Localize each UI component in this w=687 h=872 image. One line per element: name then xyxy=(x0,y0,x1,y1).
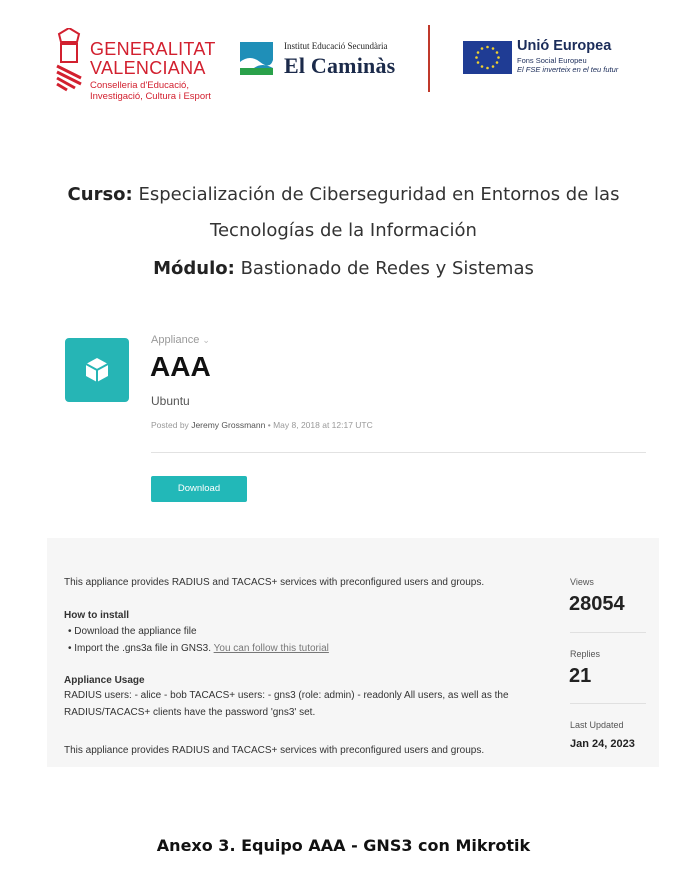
curso-value-line1: Especialización de Ciberseguridad en Ent… xyxy=(138,184,620,205)
install-heading: How to install xyxy=(64,610,129,621)
modulo-label: Módulo: xyxy=(153,258,235,279)
appliance-title: AAA xyxy=(150,351,211,382)
appliance-category-label: Appliance xyxy=(151,334,200,346)
description-intro-repeat: This appliance provides RADIUS and TACAC… xyxy=(64,745,485,756)
school-name: El Caminàs xyxy=(284,53,396,78)
replies-value: 21 xyxy=(569,665,592,687)
curso-value-line2: Tecnologías de la Información xyxy=(210,220,477,241)
appliance-posted-meta: Posted by Jeremy Grossmann • May 8, 2018… xyxy=(151,420,373,430)
gv-sub-line2: Investigació, Cultura i Esport xyxy=(90,91,211,102)
chevron-down-icon: ⌄ xyxy=(202,335,210,345)
install-item-1: • Download the appliance file xyxy=(68,626,197,637)
stats-divider xyxy=(570,703,646,704)
posted-prefix: Posted by xyxy=(151,420,189,430)
views-value: 28054 xyxy=(569,593,625,615)
author-link[interactable]: Jeremy Grossmann xyxy=(191,420,265,430)
stats-divider xyxy=(570,632,646,633)
last-updated-value: Jan 24, 2023 xyxy=(570,738,635,750)
eu-flag-icon xyxy=(463,41,512,74)
install-item-2: • Import the .gns3a file in GNS3. You ca… xyxy=(68,643,329,654)
install-item-2-text: Import the .gns3a file in GNS3. xyxy=(74,643,212,654)
usage-heading: Appliance Usage xyxy=(64,675,145,686)
posted-date: • May 8, 2018 at 12:17 UTC xyxy=(267,420,373,430)
curso-label: Curso: xyxy=(67,184,133,205)
eu-title: Unió Europea xyxy=(517,38,612,54)
install-item-1-text: Download the appliance file xyxy=(74,626,197,637)
download-button[interactable]: Download xyxy=(151,476,247,502)
figure-caption: Anexo 3. Equipo AAA - GNS3 con Mikrotik xyxy=(156,836,531,855)
appliance-cube-icon xyxy=(65,338,129,402)
eu-tagline: El FSE inverteix en el teu futur xyxy=(517,65,619,74)
tutorial-link[interactable]: You can follow this tutorial xyxy=(214,643,329,654)
school-type: Institut Educació Secundària xyxy=(284,41,388,51)
last-updated-label: Last Updated xyxy=(570,720,624,730)
generalitat-subtitle: Conselleria d'Educació, Investigació, Cu… xyxy=(90,80,211,102)
header-divider xyxy=(428,25,430,92)
eu-subtitle: Fons Social Europeu xyxy=(517,56,587,65)
views-label: Views xyxy=(570,577,594,587)
generalitat-name: GENERALITAT VALENCIANA xyxy=(90,40,216,78)
description-intro: This appliance provides RADIUS and TACAC… xyxy=(64,577,485,588)
usage-line-2: RADIUS/TACACS+ clients have the password… xyxy=(64,707,316,718)
gv-name-line2: VALENCIANA xyxy=(90,58,206,78)
replies-label: Replies xyxy=(570,649,601,659)
modulo-value: Bastionado de Redes y Sistemas xyxy=(240,258,534,279)
gv-name-line1: GENERALITAT xyxy=(90,39,216,59)
gv-sub-line1: Conselleria d'Educació, xyxy=(90,80,189,91)
usage-line-1: RADIUS users: - alice - bob TACACS+ user… xyxy=(64,690,509,701)
appliance-category-dropdown[interactable]: Appliance ⌄ xyxy=(151,334,210,346)
divider xyxy=(151,452,646,453)
caminas-logo-icon xyxy=(240,42,273,75)
module-line: Módulo: Bastionado de Redes y Sistemas xyxy=(40,258,647,279)
course-line-1: Curso: Especialización de Ciberseguridad… xyxy=(40,184,647,205)
appliance-subtitle: Ubuntu xyxy=(151,394,190,408)
generalitat-emblem-logo xyxy=(56,28,82,92)
